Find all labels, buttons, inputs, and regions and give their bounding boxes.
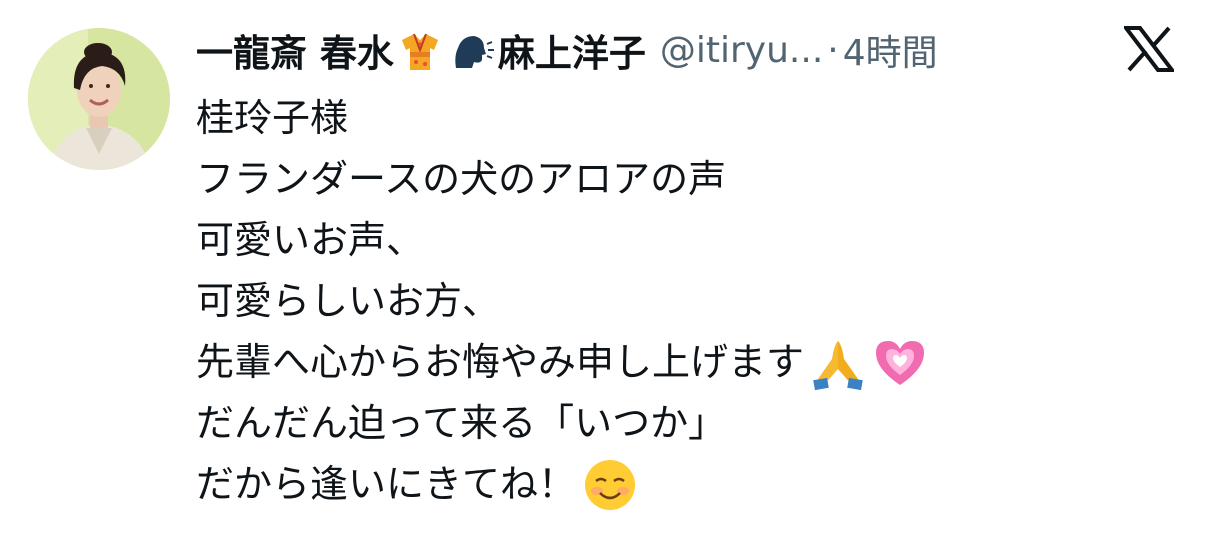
growing-heart-icon <box>872 335 928 391</box>
tweet-card: 一龍斎 春水 麻上洋子 @itiryu... · 4時間 桂玲子様 フランダース… <box>0 0 1206 538</box>
folded-hands-icon <box>810 335 866 391</box>
line-text: 先輩へ心からお悔やみ申し上げます <box>196 340 805 384</box>
display-name[interactable]: 一龍斎 春水 麻上洋子 <box>196 23 646 77</box>
tweet-line: フランダースの犬のアロアの声 <box>196 149 1176 210</box>
tweet-line: だんだん迫って来る「いつか」 <box>196 393 1176 454</box>
timestamp[interactable]: 4時間 <box>843 24 938 76</box>
tweet-line: 先輩へ心からお悔やみ申し上げます <box>196 332 1176 393</box>
avatar[interactable] <box>28 28 170 170</box>
tweet-line: 可愛らしいお方、 <box>196 271 1176 332</box>
x-logo-icon[interactable] <box>1121 26 1177 72</box>
separator-dot: · <box>827 29 839 71</box>
user-handle[interactable]: @itiryu... <box>660 30 823 71</box>
line-text: だから逢いにきてね！ <box>196 462 577 506</box>
display-name-text: 一龍斎 春水 <box>196 32 394 75</box>
speaking-head-icon <box>450 28 494 72</box>
kimono-emoji-icon <box>398 28 442 72</box>
tweet-text: 桂玲子様 フランダースの犬のアロアの声 可愛いお声、 可愛らしいお方、 先輩へ心… <box>196 88 1176 515</box>
tweet-line: 可愛いお声、 <box>196 210 1176 271</box>
smiling-face-icon <box>582 457 638 513</box>
tweet-line: 桂玲子様 <box>196 88 1176 149</box>
display-name-text-2: 麻上洋子 <box>497 32 646 75</box>
tweet-header: 一龍斎 春水 麻上洋子 @itiryu... · 4時間 <box>196 22 1096 78</box>
line-text: 可愛いお声、 <box>196 218 425 262</box>
line-text: だんだん迫って来る「いつか」 <box>196 401 727 445</box>
line-text: フランダースの犬のアロアの声 <box>196 157 727 201</box>
line-text: 桂玲子様 <box>196 96 349 140</box>
line-text: 可愛らしいお方、 <box>196 279 501 323</box>
tweet-line: だから逢いにきてね！ <box>196 454 1176 515</box>
avatar-image <box>28 28 170 170</box>
